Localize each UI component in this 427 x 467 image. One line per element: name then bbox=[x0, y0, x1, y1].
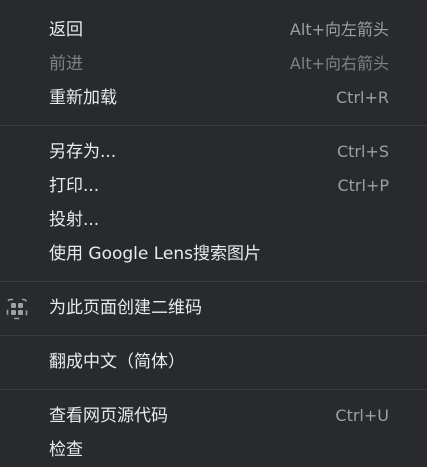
view-source-shortcut: Ctrl+U bbox=[335, 406, 389, 425]
back-label: 返回 bbox=[49, 20, 83, 40]
context-menu: 返回 Alt+向左箭头 前进 Alt+向右箭头 重新加载 Ctrl+R 另存为.… bbox=[0, 0, 427, 467]
menu-item-inspect[interactable]: 检查 bbox=[0, 433, 427, 467]
menu-item-save-as[interactable]: 另存为... Ctrl+S bbox=[0, 135, 427, 169]
reload-label: 重新加载 bbox=[49, 88, 117, 108]
menu-item-translate[interactable]: 翻成中文（简体） bbox=[0, 345, 427, 379]
print-label: 打印... bbox=[49, 176, 100, 196]
menu-item-google-lens[interactable]: 使用 Google Lens搜索图片 bbox=[0, 237, 427, 271]
forward-label: 前进 bbox=[49, 54, 83, 74]
google-lens-label: 使用 Google Lens搜索图片 bbox=[49, 244, 262, 264]
menu-item-cast[interactable]: 投射... bbox=[0, 203, 427, 237]
menu-item-reload[interactable]: 重新加载 Ctrl+R bbox=[0, 81, 427, 115]
reload-shortcut: Ctrl+R bbox=[336, 88, 389, 107]
qr-code-icon bbox=[6, 298, 28, 320]
menu-item-view-source[interactable]: 查看网页源代码 Ctrl+U bbox=[0, 399, 427, 433]
menu-item-create-qr-code[interactable]: 为此页面创建二维码 bbox=[0, 291, 427, 325]
back-shortcut: Alt+向左箭头 bbox=[289, 20, 389, 39]
save-as-label: 另存为... bbox=[49, 142, 117, 162]
translate-label: 翻成中文（简体） bbox=[49, 352, 185, 372]
menu-separator bbox=[0, 281, 427, 282]
menu-separator bbox=[0, 125, 427, 126]
view-source-label: 查看网页源代码 bbox=[49, 406, 168, 426]
print-shortcut: Ctrl+P bbox=[337, 176, 389, 195]
cast-label: 投射... bbox=[49, 210, 100, 230]
inspect-label: 检查 bbox=[49, 440, 83, 460]
menu-separator bbox=[0, 389, 427, 390]
forward-shortcut: Alt+向右箭头 bbox=[289, 54, 389, 73]
menu-item-print[interactable]: 打印... Ctrl+P bbox=[0, 169, 427, 203]
save-as-shortcut: Ctrl+S bbox=[336, 142, 389, 161]
menu-item-back[interactable]: 返回 Alt+向左箭头 bbox=[0, 13, 427, 47]
menu-item-forward: 前进 Alt+向右箭头 bbox=[0, 47, 427, 81]
create-qr-code-label: 为此页面创建二维码 bbox=[49, 298, 202, 318]
menu-separator bbox=[0, 335, 427, 336]
